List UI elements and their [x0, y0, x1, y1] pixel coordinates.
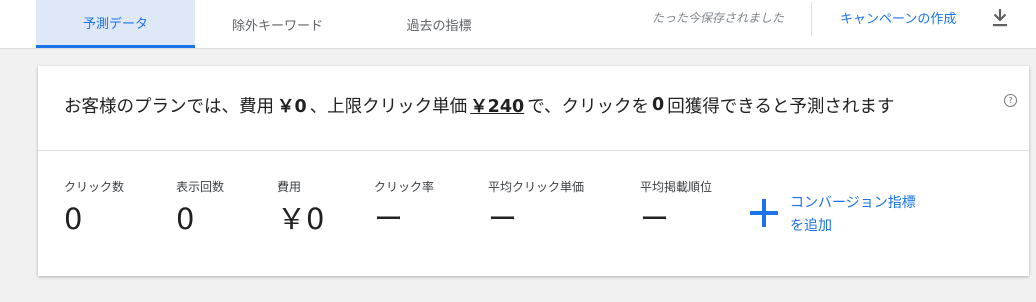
summary-cost: ￥0 — [277, 96, 307, 117]
divider — [811, 2, 812, 36]
metric-label: クリック数 — [64, 180, 125, 194]
add-conversion-line1: コンバージョン指標 — [790, 195, 916, 211]
summary-clicks: 0 — [652, 95, 665, 115]
download-icon[interactable] — [991, 8, 1009, 28]
metric-value: ￥0 — [277, 202, 325, 236]
metric-value: ー — [488, 202, 518, 236]
tab-forecast[interactable]: 予測データ — [36, 0, 195, 48]
metric-value: 0 — [64, 202, 83, 236]
plus-icon — [750, 199, 778, 227]
tab-historical-metrics[interactable]: 過去の指標 — [360, 0, 518, 48]
summary-text-1: お客様のプランでは、費用 — [64, 96, 274, 117]
summary-text-2: 、上限クリック単価 — [309, 96, 468, 117]
top-bar: 予測データ 除外キーワード 過去の指標 たった今保存されました キャンペーンの作… — [0, 0, 1036, 49]
metric-label: 平均掲載順位 — [640, 180, 713, 194]
tab-negative-keywords-label: 除外キーワード — [231, 18, 323, 34]
metric-avg-position: 平均掲載順位 ー — [640, 178, 712, 236]
add-conversion-label: コンバージョン指標 を追加 — [790, 192, 950, 238]
forecast-summary: お客様のプランでは、費用 ￥0 、上限クリック単価 ￥240 で、クリックを 0… — [64, 91, 894, 119]
metric-clicks: クリック数 0 — [64, 178, 124, 236]
metric-ctr: クリック率 ー — [374, 178, 434, 236]
help-icon[interactable]: ? — [1004, 94, 1017, 107]
metric-value: 0 — [176, 202, 195, 236]
metric-value: ー — [640, 202, 670, 236]
tab-forecast-label: 予測データ — [82, 17, 148, 32]
summary-text-4: 回獲得できると予測されます — [667, 96, 895, 117]
saved-status: たった今保存されました — [652, 11, 785, 25]
create-campaign-button[interactable]: キャンペーンの作成 — [840, 8, 956, 27]
metric-label: クリック率 — [374, 180, 435, 194]
tab-historical-metrics-label: 過去の指標 — [406, 18, 472, 34]
metric-label: 費用 — [277, 180, 302, 194]
metric-cost: 費用 ￥0 — [277, 178, 324, 236]
metric-label: 平均クリック単価 — [488, 180, 585, 194]
metric-label: 表示回数 — [176, 180, 225, 194]
summary-text-3: で、クリックを — [527, 96, 650, 117]
add-conversion-metric-button[interactable]: コンバージョン指標 を追加 — [748, 192, 948, 240]
metric-value: ー — [374, 202, 404, 236]
tab-negative-keywords[interactable]: 除外キーワード — [196, 0, 359, 48]
divider — [38, 150, 1029, 151]
max-cpc-link[interactable]: ￥240 — [470, 93, 524, 118]
add-conversion-line2: を追加 — [790, 218, 832, 234]
metric-avg-cpc: 平均クリック単価 ー — [488, 178, 584, 236]
metric-impressions: 表示回数 0 — [176, 178, 224, 236]
forecast-card: お客様のプランでは、費用 ￥0 、上限クリック単価 ￥240 で、クリックを 0… — [38, 66, 1029, 276]
